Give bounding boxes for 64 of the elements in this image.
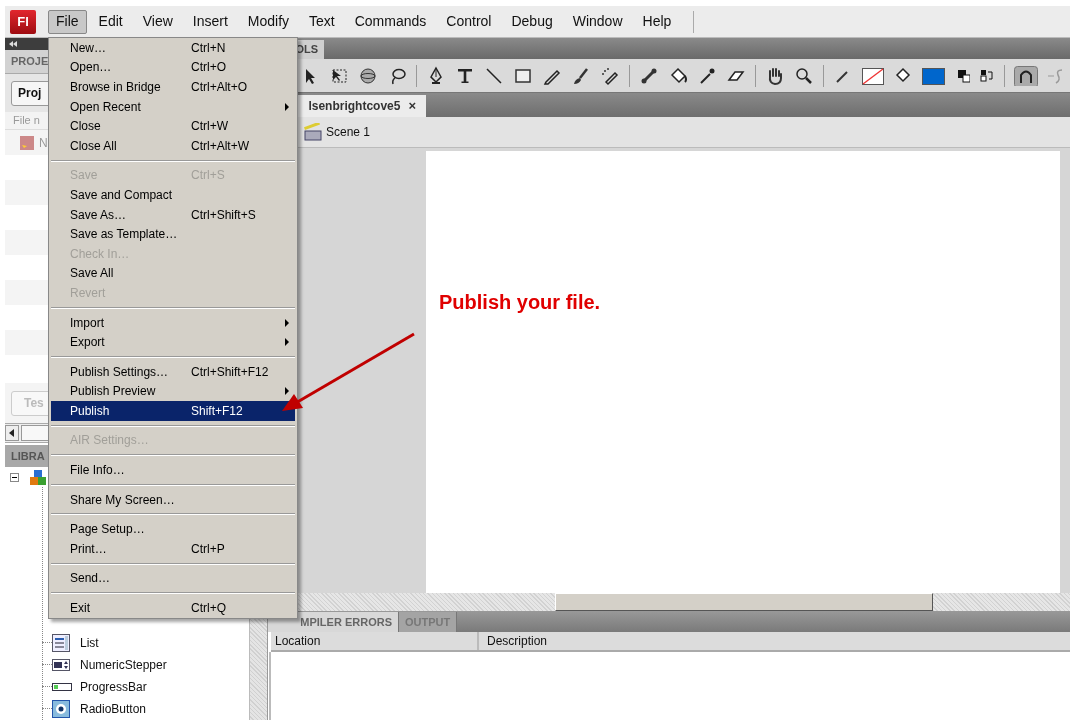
library-item[interactable]: NumericStepper: [80, 655, 167, 674]
fill-color-swatch-icon[interactable]: [922, 65, 945, 86]
menu-option[interactable]: Send…: [51, 568, 295, 589]
app-logo: Fl: [10, 9, 36, 34]
menu-item[interactable]: Text: [301, 9, 343, 34]
menu-item[interactable]: Control: [438, 9, 500, 34]
stroke-color-swatch-icon[interactable]: [862, 65, 884, 86]
menu-option[interactable]: Publish Settings… Ctrl+Shift+F12: [51, 361, 295, 382]
menu-item[interactable]: View: [134, 9, 181, 34]
menu-item[interactable]: File: [48, 9, 87, 34]
menu-item[interactable]: Debug: [503, 9, 561, 34]
annotation-text: Publish your file.: [439, 290, 601, 315]
menu-option[interactable]: New… Ctrl+N: [51, 38, 295, 58]
menu-option[interactable]: Save as Template…: [51, 224, 295, 244]
column-header[interactable]: Location: [271, 632, 479, 650]
magnet-icon[interactable]: [1014, 65, 1038, 86]
radio-button-icon: [52, 700, 72, 718]
scene-label: Scene 1: [326, 124, 371, 141]
menu-item[interactable]: Insert: [184, 9, 236, 34]
file-name: N: [39, 134, 48, 152]
line-tool-icon[interactable]: [484, 65, 504, 86]
menu-option[interactable]: Page Setup…: [51, 519, 295, 540]
submenu-arrow-icon: [285, 387, 289, 396]
submenu-arrow-icon: [285, 338, 289, 347]
clapperboard-icon: [304, 123, 322, 141]
menu-option[interactable]: Print… Ctrl+P: [51, 539, 295, 559]
sphere-icon[interactable]: [358, 65, 378, 86]
menu-option[interactable]: Open… Ctrl+O: [51, 57, 295, 78]
menu-option[interactable]: Import: [51, 312, 295, 333]
menu-option[interactable]: Close Ctrl+W: [51, 116, 295, 136]
menu-option[interactable]: Export: [51, 332, 295, 352]
menu-item[interactable]: Commands: [346, 9, 435, 34]
menu-option[interactable]: Close All Ctrl+Alt+W: [51, 135, 295, 156]
panel-tab[interactable]: MPILER ERRORS: [268, 612, 398, 632]
library-item[interactable]: List: [80, 633, 99, 652]
menu-option[interactable]: Share My Screen…: [51, 489, 295, 510]
collapse-node-icon[interactable]: [10, 473, 19, 483]
file-icon: [19, 134, 35, 151]
paint-bucket-icon[interactable]: [668, 65, 688, 86]
menu-item[interactable]: Window: [564, 9, 631, 34]
spray-icon[interactable]: [600, 65, 620, 86]
menu-option[interactable]: Save As… Ctrl+Shift+S: [51, 204, 295, 225]
menu-option[interactable]: Save and Compact: [51, 185, 295, 205]
library-item[interactable]: ProgressBar: [80, 677, 147, 696]
menu-item[interactable]: Modify: [239, 9, 298, 34]
components-icon: [29, 468, 47, 487]
scroll-thumb[interactable]: [21, 425, 51, 441]
menu-option[interactable]: File Info…: [51, 460, 295, 480]
column-header[interactable]: Description: [479, 632, 1070, 650]
list-icon: [52, 633, 72, 652]
panel-title: PROJE: [11, 54, 49, 70]
submenu-arrow-icon: [285, 318, 289, 327]
collapse-icon: [9, 41, 17, 47]
menu-item[interactable]: Edit: [90, 9, 131, 34]
panel-title: LIBRA: [11, 448, 45, 464]
close-tab-button[interactable]: ×: [408, 96, 416, 116]
document-tab[interactable]: lsenbrightcove5: [308, 97, 401, 115]
menu-option[interactable]: Publish Shift+F12: [51, 401, 295, 421]
menu-option[interactable]: Save All: [51, 263, 295, 284]
library-item[interactable]: RadioButton: [80, 700, 147, 718]
zoom-icon[interactable]: [794, 65, 814, 86]
menu-item[interactable]: Help: [634, 9, 680, 34]
column-header: File n: [13, 113, 40, 129]
submenu-arrow-icon: [285, 102, 289, 111]
